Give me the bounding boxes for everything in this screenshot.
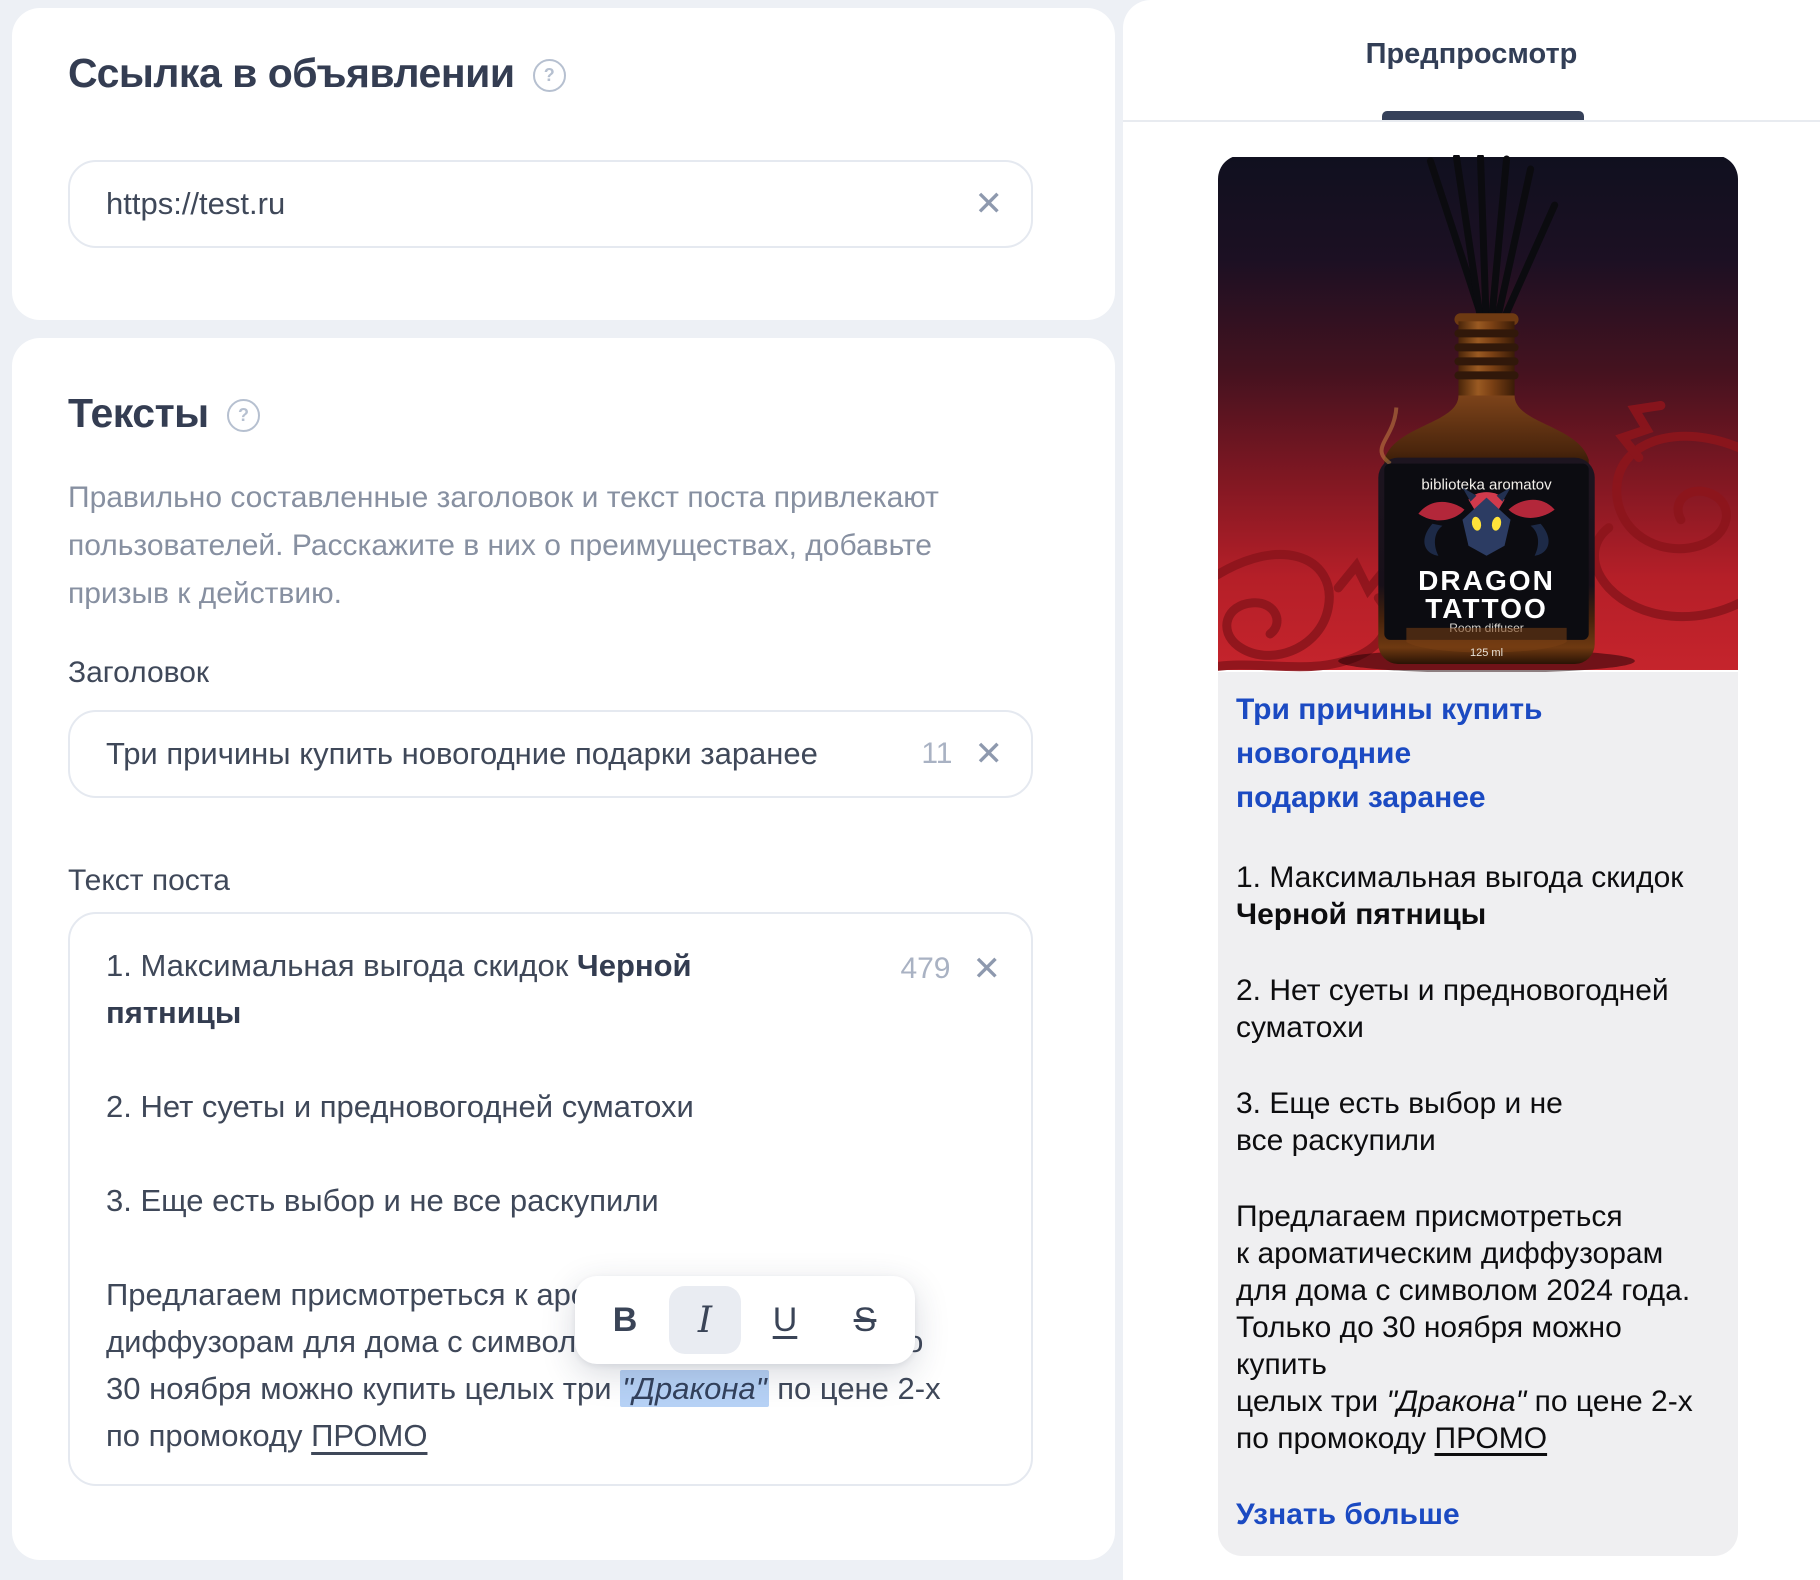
headline-label: Заголовок xyxy=(68,656,209,690)
ad-url-input[interactable]: https://test.ru ✕ xyxy=(68,160,1033,248)
preview-paragraph: Предлагаем присмотреться к ароматическим… xyxy=(1236,1198,1720,1457)
headline-value[interactable]: Три причины купить новогодние подарки за… xyxy=(106,736,921,772)
ad-link-section-title-row: Ссылка в объявлении ? xyxy=(68,50,566,97)
post-line: 30 ноября можно купить целых три "Дракон… xyxy=(106,1365,881,1412)
ad-link-title: Ссылка в объявлении xyxy=(68,50,515,97)
help-icon[interactable]: ? xyxy=(533,59,566,92)
clear-url-button[interactable]: ✕ xyxy=(973,187,1006,221)
product-name-line1: DRAGON xyxy=(1418,565,1555,596)
post-line: 3. Еще есть выбор и не все раскупили xyxy=(106,1177,881,1224)
help-glyph: ? xyxy=(238,405,249,426)
clear-post-button[interactable]: ✕ xyxy=(971,952,1004,986)
post-text-area[interactable]: 1. Максимальная выгода скидок Черной пят… xyxy=(68,912,1033,1486)
headline-input[interactable]: Три причины купить новогодние подарки за… xyxy=(68,710,1033,798)
post-counter: 479 xyxy=(900,952,950,986)
ad-preview-card: biblioteka aromatov DRAGON xyxy=(1218,155,1738,1556)
underline-button[interactable]: U xyxy=(749,1286,821,1354)
selected-text[interactable]: "Дракона" xyxy=(620,1370,769,1407)
active-tab-indicator xyxy=(1382,111,1584,120)
ad-link-card: Ссылка в объявлении ? https://test.ru ✕ xyxy=(12,8,1115,320)
preview-post-body: Три причины купить новогодние подарки за… xyxy=(1218,672,1738,1556)
ad-creative-image: biblioteka aromatov DRAGON xyxy=(1218,155,1738,672)
post-text-label: Текст поста xyxy=(68,864,230,898)
ad-url-value[interactable]: https://test.ru xyxy=(106,186,973,222)
promo-code-text: ПРОМО xyxy=(311,1418,427,1453)
brand-text: biblioteka aromatov xyxy=(1421,477,1552,494)
preview-panel: Предпросмотр xyxy=(1123,0,1820,1580)
preview-post-title[interactable]: Три причины купить новогодние подарки за… xyxy=(1236,688,1720,820)
learn-more-link[interactable]: Узнать больше xyxy=(1236,1496,1720,1533)
texts-section-title-row: Тексты ? xyxy=(68,390,260,437)
close-icon: ✕ xyxy=(973,949,1002,989)
texts-title: Тексты xyxy=(68,390,209,437)
post-line: 1. Максимальная выгода скидок Черной xyxy=(106,942,881,989)
preview-paragraph: 1. Максимальная выгода скидок Черной пят… xyxy=(1236,859,1720,933)
texts-description: Правильно составленные заголовок и текст… xyxy=(68,474,988,618)
preview-tab-row: Предпросмотр xyxy=(1123,0,1820,122)
volume-text: 125 ml xyxy=(1470,647,1503,659)
close-icon: ✕ xyxy=(975,734,1004,774)
preview-paragraph: 3. Еще есть выбор и не все раскупили xyxy=(1236,1085,1720,1159)
help-glyph: ? xyxy=(544,65,555,86)
post-blank-line xyxy=(106,1036,881,1083)
post-blank-line xyxy=(106,1130,881,1177)
bold-button[interactable]: B xyxy=(589,1286,661,1354)
text-format-toolbar: B I U S xyxy=(575,1276,915,1364)
tab-preview[interactable]: Предпросмотр xyxy=(1123,38,1820,71)
preview-paragraph: 2. Нет суеты и предновогодней суматохи xyxy=(1236,972,1720,1046)
post-line: по промокоду ПРОМО xyxy=(106,1412,881,1459)
strikethrough-button[interactable]: S xyxy=(829,1286,901,1354)
dragon-diffuser-illustration: biblioteka aromatov DRAGON xyxy=(1218,155,1738,672)
italic-button[interactable]: I xyxy=(669,1286,741,1354)
product-name-line2: TATTOO xyxy=(1425,593,1548,624)
headline-counter: 11 xyxy=(921,737,952,771)
post-blank-line xyxy=(106,1224,881,1271)
clear-headline-button[interactable]: ✕ xyxy=(973,737,1006,771)
close-icon: ✕ xyxy=(975,184,1004,224)
post-line: 2. Нет суеты и предновогодней суматохи xyxy=(106,1083,881,1130)
post-line: пятницы xyxy=(106,989,881,1036)
promo-code-text: ПРОМО xyxy=(1435,1422,1548,1455)
texts-card: Тексты ? Правильно составленные заголово… xyxy=(12,338,1115,1560)
help-icon[interactable]: ? xyxy=(227,399,260,432)
